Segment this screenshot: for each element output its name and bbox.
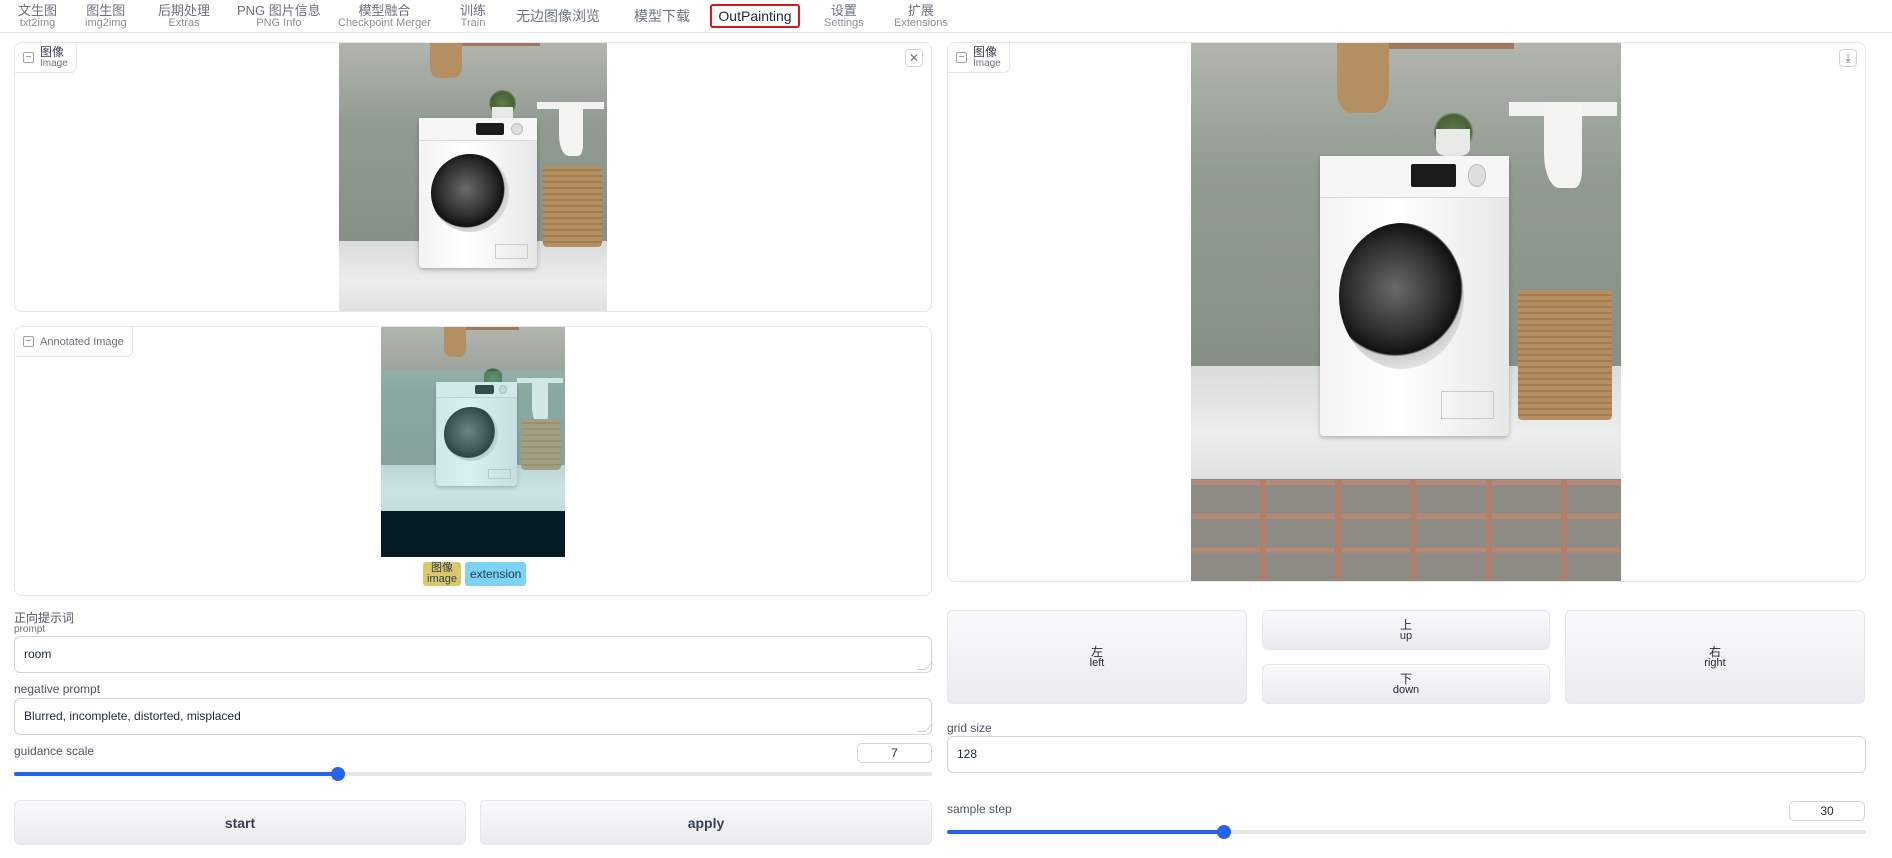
image-icon: [23, 336, 34, 347]
tab-label-en: Train: [460, 17, 486, 29]
slider-fill: [14, 772, 339, 776]
label-zh: 图像: [40, 44, 65, 59]
image-icon: [23, 52, 34, 63]
slider-thumb[interactable]: [331, 767, 346, 781]
prompt-label: 正向提示词 prompt: [14, 612, 74, 635]
tab-label-en: img2img: [85, 17, 127, 29]
sample-step-label: sample step: [947, 802, 1012, 816]
prompt-label-zh: 正向提示词: [14, 611, 75, 625]
grid-size-input[interactable]: 128: [947, 736, 1866, 773]
tab-label-zh: 训练: [460, 3, 487, 18]
negative-prompt-input[interactable]: Blurred, incomplete, distorted, misplace…: [14, 698, 933, 735]
up-button[interactable]: 上 up: [1262, 610, 1550, 650]
right-label-en: right: [1704, 656, 1726, 669]
prompt-label-en: prompt: [14, 624, 46, 635]
guidance-scale-label: guidance scale: [14, 744, 95, 758]
output-image-panel: 图像 Image ⤓: [947, 42, 1866, 582]
tab-label-zh: 扩展: [907, 3, 934, 18]
clear-image-button[interactable]: ✕: [905, 49, 923, 67]
left-label-en: left: [1089, 656, 1105, 669]
annotated-image-panel: Annotated Image 图像 image extension: [14, 326, 932, 596]
down-button[interactable]: 下 down: [1262, 664, 1550, 704]
tab-label-zh: 图生图: [86, 3, 126, 18]
prompt-input[interactable]: room: [14, 636, 933, 673]
tab-extras[interactable]: 后期处理 Extras: [158, 3, 210, 30]
guidance-scale-slider[interactable]: [14, 766, 932, 782]
left-button[interactable]: 左 left: [947, 610, 1247, 704]
download-button[interactable]: ⤓: [1839, 49, 1857, 67]
tab-label-en: txt2img: [19, 17, 56, 29]
down-label-en: down: [1392, 683, 1420, 696]
apply-button[interactable]: apply: [480, 800, 932, 845]
annotated-image: [381, 327, 565, 557]
tab-png-info[interactable]: PNG 图片信息 PNG Info: [237, 3, 321, 30]
sample-step-number[interactable]: 30: [1789, 801, 1865, 821]
close-icon: ✕: [908, 51, 920, 65]
annotation-legend: 图像 image extension: [423, 562, 527, 586]
tab-txt2img[interactable]: 文生图 txt2img: [18, 3, 57, 30]
negative-prompt-label: negative prompt: [14, 682, 101, 696]
legend-image-en: image: [427, 573, 457, 585]
tab-label-zh: 设置: [830, 3, 857, 18]
legend-image: 图像 image: [423, 562, 461, 586]
tab-label-en: Checkpoint Merger: [338, 17, 431, 29]
tab-label-en: Extensions: [894, 17, 948, 29]
tab-checkpoint-merger[interactable]: 模型融合 Checkpoint Merger: [338, 3, 431, 30]
tab-bar: 文生图 txt2img 图生图 img2img 后期处理 Extras PNG …: [0, 0, 1892, 33]
slider-fill: [947, 830, 1224, 834]
slider-thumb[interactable]: [1216, 825, 1231, 839]
resize-grip-icon[interactable]: [917, 724, 933, 732]
tab-infinite-image-browsing[interactable]: 无边图像浏览: [516, 3, 600, 30]
left-label-zh: 左: [1090, 644, 1103, 659]
up-label-en: up: [1399, 629, 1413, 642]
tab-model-download[interactable]: 模型下载: [634, 3, 690, 30]
right-label-zh: 右: [1708, 644, 1721, 659]
legend-extension: extension: [464, 562, 527, 586]
input-image-label: 图像 Image: [15, 43, 77, 73]
grid-size-value: 128: [957, 747, 978, 761]
input-image-panel[interactable]: 图像 Image ✕: [14, 42, 932, 312]
label: Annotated Image: [40, 335, 124, 348]
tab-label-en: Extras: [168, 17, 200, 29]
tab-label: 模型下载: [634, 8, 690, 24]
tab-img2img[interactable]: 图生图 img2img: [85, 3, 127, 30]
tab-label-en: PNG Info: [256, 17, 302, 29]
tab-train[interactable]: 训练 Train: [460, 3, 486, 30]
output-image-label: 图像 Image: [948, 43, 1010, 73]
tab-label-en: Settings: [824, 17, 864, 29]
label-zh: 图像: [973, 44, 998, 59]
negative-prompt-value: Blurred, incomplete, distorted, misplace…: [24, 709, 241, 723]
tab-settings[interactable]: 设置 Settings: [824, 3, 864, 30]
up-label-zh: 上: [1399, 617, 1412, 632]
tab-label-zh: PNG 图片信息: [237, 3, 321, 18]
tab-label-zh: 文生图: [18, 3, 58, 18]
input-image: [339, 43, 607, 311]
prompt-value: room: [24, 647, 52, 661]
tab-extensions[interactable]: 扩展 Extensions: [894, 3, 948, 30]
tab-label-zh: 模型融合: [358, 3, 411, 18]
start-button[interactable]: start: [14, 800, 466, 845]
tab-label-zh: 后期处理: [158, 3, 211, 18]
guidance-scale-number[interactable]: 7: [857, 743, 932, 763]
tab-label: OutPainting: [718, 7, 792, 24]
right-button[interactable]: 右 right: [1565, 610, 1865, 704]
output-image: [1191, 43, 1621, 581]
down-label-zh: 下: [1399, 671, 1412, 686]
sample-step-slider[interactable]: [947, 824, 1866, 840]
label-en: Image: [40, 57, 68, 69]
annotated-image-label: Annotated Image: [15, 327, 133, 357]
grid-size-label: grid size: [947, 721, 992, 735]
tab-outpainting[interactable]: OutPainting: [710, 4, 800, 28]
download-icon: ⤓: [1845, 50, 1851, 65]
resize-grip-icon[interactable]: [917, 662, 933, 670]
label-en: Image: [973, 57, 1001, 69]
image-icon: [956, 52, 967, 63]
tab-label: 无边图像浏览: [516, 8, 600, 24]
